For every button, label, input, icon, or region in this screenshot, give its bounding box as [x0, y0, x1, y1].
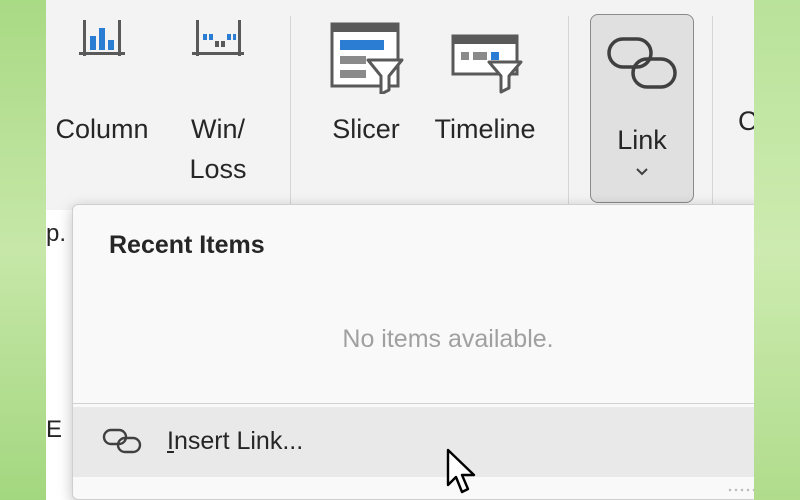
link-dropdown-button[interactable]: Link [590, 14, 694, 203]
link-icon [607, 37, 677, 89]
column-label: Column [55, 114, 149, 144]
winloss-sparkline-button[interactable]: Win/ Loss [170, 14, 266, 189]
timeline-icon [451, 34, 523, 94]
link-dropdown-menu: Recent Items No items available. Insert … [72, 204, 754, 500]
ribbon-group-separator [568, 16, 569, 204]
insert-link-menu-item[interactable]: Insert Link... [73, 407, 754, 477]
winloss-sparkline-icon [192, 20, 244, 56]
no-items-message: No items available. [342, 325, 554, 353]
desktop-background-right [754, 0, 800, 500]
column-sparkline-button[interactable]: Column [46, 14, 158, 149]
strip-text-top: p. [46, 220, 67, 247]
insert-link-label-rest: nsert Link... [173, 427, 304, 455]
column-sparkline-icon [79, 20, 125, 56]
timeline-button[interactable]: Timeline [426, 14, 544, 149]
ribbon-group-separator [712, 16, 713, 204]
next-group-label-partial: C [738, 106, 754, 136]
insert-link-icon [102, 428, 142, 454]
timeline-label: Timeline [434, 114, 536, 144]
mouse-cursor-icon [446, 448, 476, 494]
strip-text-bottom: E [46, 416, 63, 443]
slicer-button[interactable]: Slicer [324, 14, 408, 149]
insert-link-label: Insert Link... [167, 427, 303, 456]
slicer-icon [330, 22, 404, 94]
menu-divider [73, 403, 754, 404]
resize-grip[interactable] [727, 487, 754, 493]
winloss-label-line2: Loss [189, 154, 247, 184]
excel-window: Column Win/ Loss Slicer Timeline Link C … [46, 0, 754, 500]
winloss-label-line1: Win/ [191, 114, 245, 144]
ribbon-group-separator [290, 16, 291, 204]
chevron-down-icon [636, 168, 648, 176]
insert-link-accelerator: I [167, 427, 174, 455]
ribbon: Column Win/ Loss Slicer Timeline Link C [46, 0, 754, 210]
desktop-background-left [0, 0, 46, 500]
slicer-label: Slicer [332, 114, 400, 144]
link-label: Link [617, 125, 667, 155]
recent-items-heading: Recent Items [109, 231, 265, 259]
